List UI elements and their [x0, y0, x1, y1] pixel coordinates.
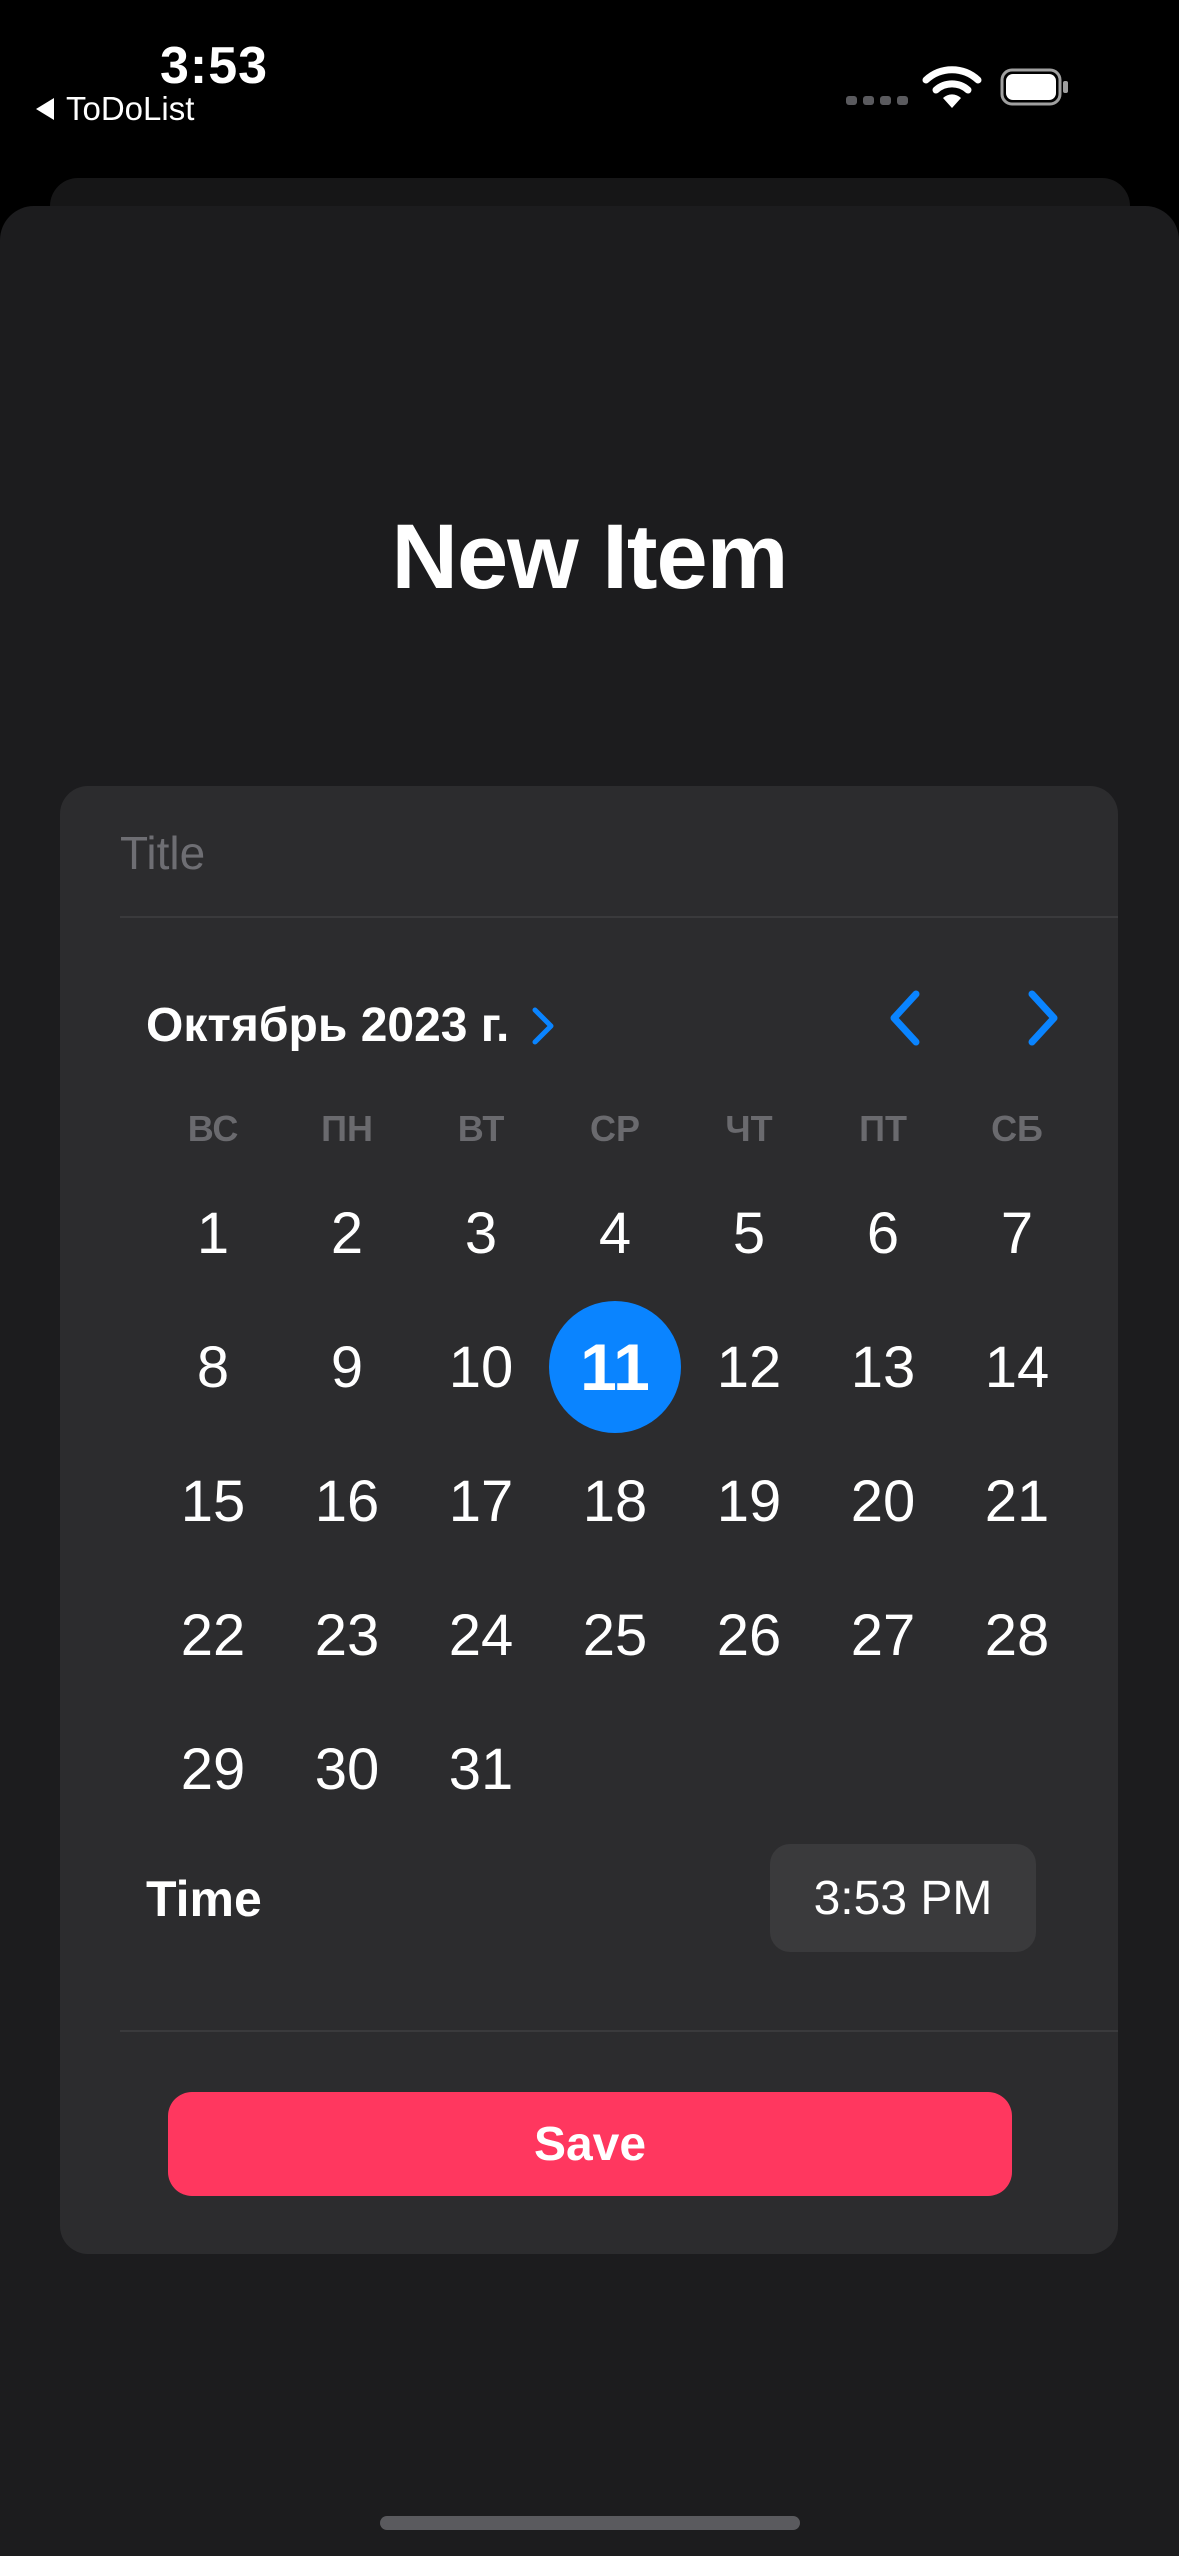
calendar-day[interactable]: 19 [682, 1434, 816, 1568]
weekday-label: ЧТ [725, 1108, 773, 1149]
next-month-button[interactable] [1012, 986, 1072, 1050]
weekday-label: ПН [321, 1108, 373, 1149]
weekday-label: ВТ [457, 1108, 505, 1149]
save-button[interactable]: Save [168, 2092, 1012, 2196]
calendar-day[interactable]: 8 [146, 1300, 280, 1434]
wifi-icon [922, 66, 982, 108]
calendar-day[interactable]: 15 [146, 1434, 280, 1568]
calendar-day[interactable]: 30 [280, 1702, 414, 1836]
time-picker-button[interactable]: 3:53 PM [770, 1844, 1036, 1952]
calendar-day-grid: 1 2 3 4 5 6 7 8 9 10 11 12 13 14 15 16 1… [146, 1166, 1086, 1836]
calendar-day[interactable]: 21 [950, 1434, 1084, 1568]
calendar-day[interactable]: 13 [816, 1300, 950, 1434]
calendar-day[interactable]: 2 [280, 1166, 414, 1300]
calendar-day[interactable]: 5 [682, 1166, 816, 1300]
calendar-day-selected[interactable]: 11 [548, 1300, 682, 1434]
weekday-label: СБ [991, 1108, 1043, 1149]
status-time: 3:53 [160, 37, 269, 95]
battery-icon [1000, 68, 1068, 106]
chevron-right-icon [532, 1007, 554, 1044]
calendar-day[interactable]: 7 [950, 1166, 1084, 1300]
calendar-day[interactable]: 12 [682, 1300, 816, 1434]
calendar-day[interactable]: 9 [280, 1300, 414, 1434]
time-label: Time [146, 1871, 262, 1927]
new-item-form: Октябрь 2023 г. ВС ПН ВТ СР ЧТ ПТ СБ 1 2… [60, 786, 1118, 2254]
calendar-day[interactable]: 18 [548, 1434, 682, 1568]
page-title: New Item [391, 506, 789, 608]
weekday-label: ВС [187, 1108, 239, 1149]
back-triangle-icon [36, 98, 54, 120]
title-input[interactable] [120, 814, 1100, 892]
back-to-app-button[interactable]: ToDoList [36, 90, 194, 128]
calendar-day[interactable]: 27 [816, 1568, 950, 1702]
calendar-day[interactable]: 14 [950, 1300, 1084, 1434]
status-bar: 3:53 ToDoList [0, 0, 1179, 170]
month-year-label: Октябрь 2023 г. [146, 999, 510, 1052]
calendar-day[interactable]: 6 [816, 1166, 950, 1300]
calendar-day[interactable]: 29 [146, 1702, 280, 1836]
chevron-right-icon [1028, 990, 1058, 1046]
calendar-day[interactable]: 26 [682, 1568, 816, 1702]
divider [120, 2030, 1118, 2032]
divider [120, 916, 1118, 918]
calendar-day[interactable]: 22 [146, 1568, 280, 1702]
calendar-day[interactable]: 1 [146, 1166, 280, 1300]
cellular-signal-icon [846, 96, 908, 105]
calendar-day[interactable]: 31 [414, 1702, 548, 1836]
weekday-header: ВС ПН ВТ СР ЧТ ПТ СБ [146, 1108, 1086, 1150]
calendar-day[interactable]: 25 [548, 1568, 682, 1702]
calendar-day[interactable]: 4 [548, 1166, 682, 1300]
calendar-day[interactable]: 28 [950, 1568, 1084, 1702]
calendar-day[interactable]: 20 [816, 1434, 950, 1568]
back-app-label: ToDoList [66, 90, 195, 127]
calendar-day[interactable]: 16 [280, 1434, 414, 1568]
weekday-label: ПТ [859, 1108, 907, 1149]
chevron-left-icon [890, 990, 920, 1046]
calendar-day[interactable]: 23 [280, 1568, 414, 1702]
calendar-day[interactable]: 10 [414, 1300, 548, 1434]
calendar-day[interactable]: 17 [414, 1434, 548, 1568]
month-year-picker-button[interactable]: Октябрь 2023 г. [146, 998, 557, 1053]
calendar-day[interactable]: 24 [414, 1568, 548, 1702]
home-indicator[interactable] [380, 2516, 800, 2530]
weekday-label: СР [589, 1108, 640, 1149]
previous-month-button[interactable] [876, 986, 936, 1050]
calendar-day[interactable]: 3 [414, 1166, 548, 1300]
